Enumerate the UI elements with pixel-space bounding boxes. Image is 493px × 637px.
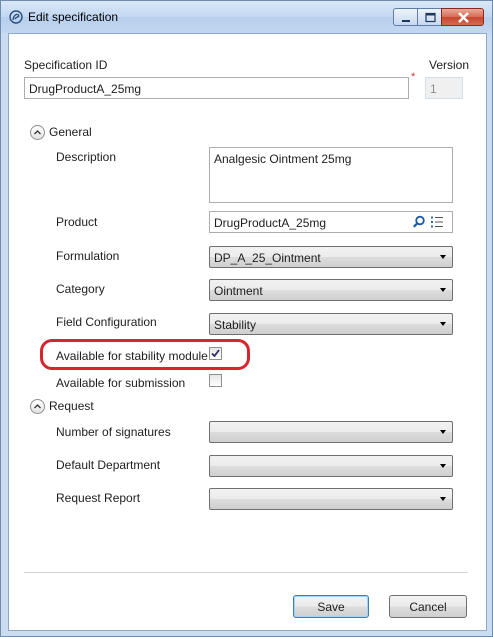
- search-icon[interactable]: [412, 215, 426, 232]
- formulation-value: DP_A_25_Ointment: [214, 251, 321, 265]
- maximize-button[interactable]: [417, 8, 442, 26]
- product-label: Product: [56, 215, 98, 229]
- department-label: Default Department: [56, 458, 161, 472]
- field-configuration-dropdown[interactable]: Stability: [209, 313, 453, 335]
- title-bar[interactable]: Edit specification: [1, 1, 492, 33]
- dropdown-arrow-icon: [440, 497, 446, 501]
- list-icon[interactable]: [430, 215, 444, 232]
- request-report-label: Request Report: [56, 491, 141, 505]
- close-icon: [458, 12, 469, 23]
- dropdown-arrow-icon: [440, 464, 446, 468]
- formulation-label: Formulation: [56, 249, 120, 263]
- save-button[interactable]: Save: [293, 595, 369, 618]
- request-collapse-button[interactable]: [30, 399, 45, 414]
- maximize-icon: [425, 12, 436, 23]
- general-collapse-button[interactable]: [30, 125, 45, 140]
- category-dropdown[interactable]: Ointment: [209, 279, 453, 301]
- field-configuration-label: Field Configuration: [56, 315, 157, 329]
- cancel-button[interactable]: Cancel: [389, 595, 467, 618]
- spec-id-label: Specification ID: [24, 58, 108, 72]
- description-label: Description: [56, 150, 117, 164]
- dropdown-arrow-icon: [440, 288, 446, 292]
- formulation-dropdown[interactable]: DP_A_25_Ointment: [209, 246, 453, 268]
- dropdown-arrow-icon: [440, 430, 446, 434]
- description-input[interactable]: Analgesic Ointment 25mg: [209, 147, 453, 203]
- minimize-icon: [402, 20, 410, 22]
- version-label: Version: [429, 58, 470, 72]
- chevron-up-icon: [34, 404, 41, 409]
- category-value: Ointment: [214, 284, 263, 298]
- submission-label: Available for submission: [56, 376, 186, 390]
- dropdown-arrow-icon: [440, 322, 446, 326]
- dialog-content: Specification ID DrugProductA_25mg * Ver…: [8, 33, 487, 631]
- dropdown-arrow-icon: [440, 255, 446, 259]
- category-label: Category: [56, 282, 105, 296]
- field-configuration-value: Stability: [214, 318, 257, 332]
- request-report-dropdown[interactable]: [209, 488, 453, 510]
- required-marker: *: [411, 71, 416, 83]
- submission-checkbox[interactable]: [209, 374, 222, 387]
- request-section-header: Request: [49, 399, 94, 413]
- general-section-header: General: [49, 125, 92, 139]
- window-title: Edit specification: [28, 10, 119, 24]
- signatures-label: Number of signatures: [56, 425, 171, 439]
- edit-specification-window: Edit specification Specification ID Drug…: [0, 0, 493, 637]
- chevron-up-icon: [34, 130, 41, 135]
- product-value: DrugProductA_25mg: [214, 216, 327, 230]
- minimize-button[interactable]: [393, 8, 418, 26]
- version-field: 1: [425, 77, 463, 99]
- department-dropdown[interactable]: [209, 455, 453, 477]
- signatures-dropdown[interactable]: [209, 421, 453, 443]
- footer-separator: [24, 572, 468, 573]
- spec-id-input[interactable]: DrugProductA_25mg: [24, 77, 409, 99]
- highlight-annotation: [40, 339, 250, 370]
- close-button[interactable]: [441, 8, 484, 26]
- app-logo-icon: [9, 10, 23, 24]
